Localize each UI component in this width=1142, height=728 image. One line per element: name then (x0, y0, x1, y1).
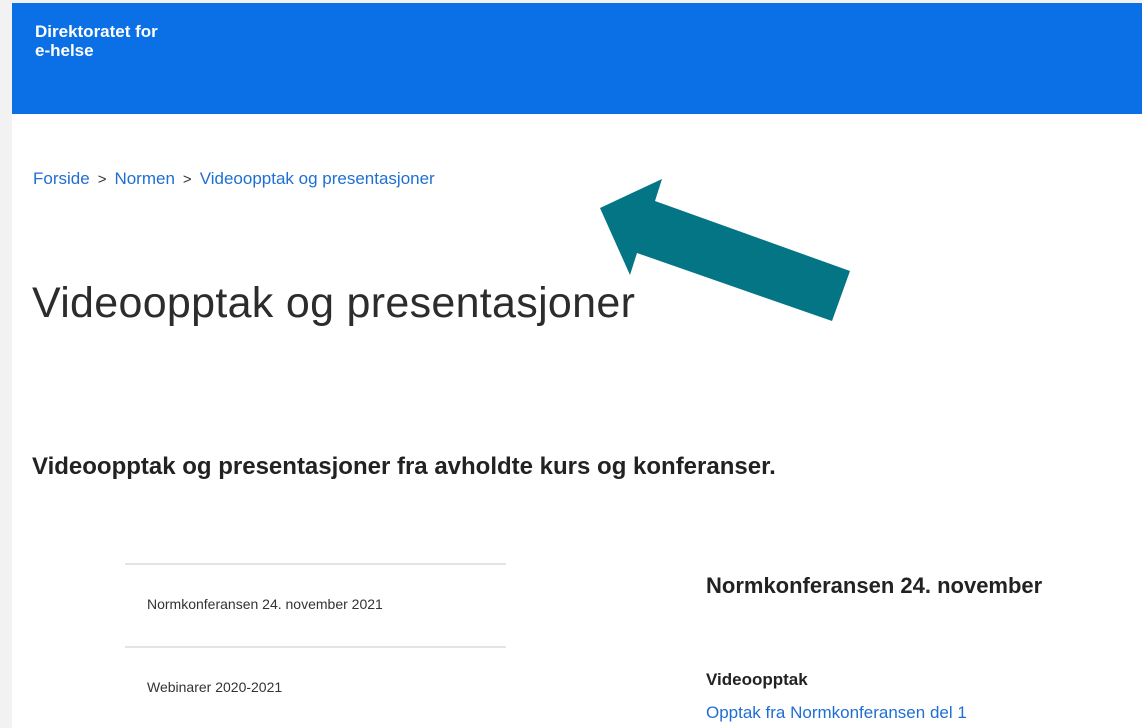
breadcrumb-normen-link[interactable]: Normen (114, 169, 174, 188)
logo-line-2: e-helse (35, 41, 94, 60)
logo-mark-icon (35, 3, 195, 7)
logo-line-1: Direktoratet for (35, 22, 158, 41)
breadcrumb-separator: > (182, 171, 192, 188)
page-title: Videoopptak og presentasjoner (32, 279, 636, 327)
section-subheading: Videoopptak (706, 670, 808, 689)
page-frame: Direktoratet for e-helse Forside > Normen >… (12, 3, 1142, 728)
arrow-shape (600, 179, 850, 321)
breadcrumb-current-link[interactable]: Videoopptak og presentasjoner (200, 169, 435, 188)
site-logo[interactable]: Direktoratet for e-helse (35, 22, 158, 60)
video-recording-link[interactable]: Opptak fra Normkonferansen del 1 (706, 703, 967, 723)
side-navigation: Normkonferansen 24. november 2021 Webina… (125, 563, 506, 708)
page-lead: Videoopptak og presentasjoner fra avhold… (32, 453, 776, 480)
breadcrumb-home-link[interactable]: Forside (33, 169, 90, 188)
breadcrumb: Forside > Normen > Videoopptak og presentasj… (33, 169, 435, 189)
sidenav-item-normkonferansen[interactable]: Normkonferansen 24. november 2021 (125, 563, 506, 625)
site-header: Direktoratet for e-helse (12, 3, 1142, 114)
breadcrumb-separator: > (97, 171, 107, 188)
sidenav-item-webinarer[interactable]: Webinarer 2020-2021 (125, 646, 506, 708)
section-title: Normkonferansen 24. november (706, 573, 1043, 598)
